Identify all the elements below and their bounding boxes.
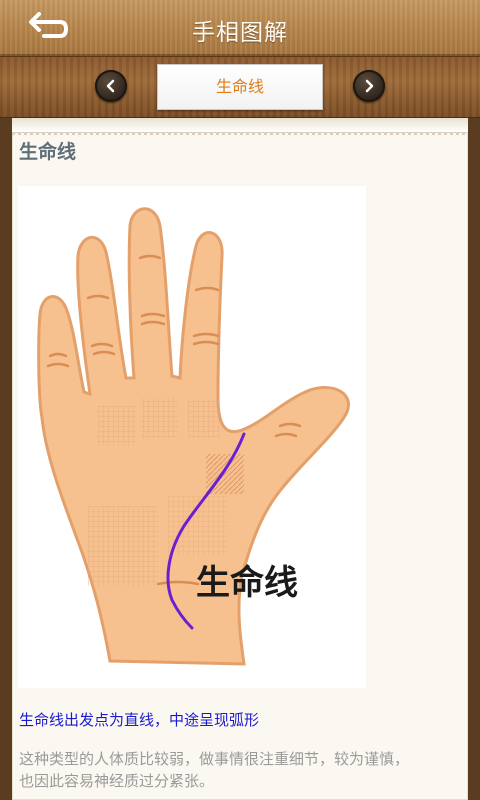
title-bar: 手相图解 [0, 0, 480, 56]
paper-edge [12, 118, 468, 135]
palm-illustration: 生命线 [18, 186, 366, 688]
chevron-left-icon [106, 79, 115, 93]
description-line: 也因此容易神经质过分紧张。 [19, 772, 215, 790]
caption: 生命线出发点为直线，中途呈现弧形 [19, 711, 260, 729]
section-title: 生命线 [19, 141, 77, 163]
current-topic-tab[interactable]: 生命线 [157, 64, 323, 110]
image-label: 生命线 [196, 563, 298, 603]
prev-button[interactable] [95, 70, 127, 102]
chevron-right-icon [365, 79, 374, 93]
nav-bar: 生命线 [0, 56, 480, 119]
description-text: 这种类型的人体质比较弱，做事情很注重细节，较为谨慎， 也因此容易神经质过分紧张。 [19, 748, 463, 792]
next-button[interactable] [353, 70, 385, 102]
page-title: 手相图解 [192, 20, 288, 46]
description-line: 这种类型的人体质比较弱，做事情很注重细节，较为谨慎， [19, 750, 410, 768]
